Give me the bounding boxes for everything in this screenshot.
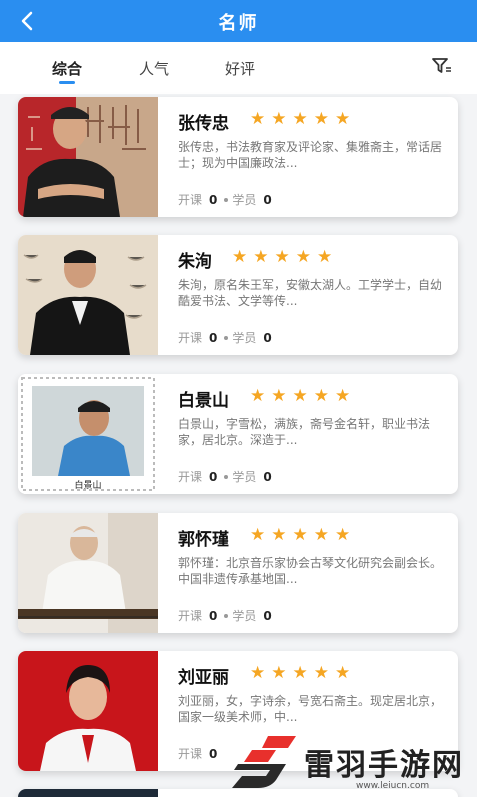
teacher-photo xyxy=(18,235,158,355)
star-icon: ★ xyxy=(295,247,311,267)
teacher-stats: 开课 0 学员 0 xyxy=(178,607,279,624)
teacher-photo xyxy=(18,513,158,633)
star-icon: ★ xyxy=(274,247,290,267)
teacher-description: 白景山，字雪松，满族，斋号金名轩，职业书法家，居北京。深造于... xyxy=(178,417,431,447)
star-icon: ★ xyxy=(271,525,287,545)
students-label: 学员 xyxy=(232,609,257,623)
courses-count: 0 xyxy=(209,469,218,484)
teacher-stats: 开课 0 xyxy=(178,745,224,762)
teacher-description: 郭怀瑾：北京音乐家协会古琴文化研究会副会长。中国非遗传承基地国... xyxy=(178,556,443,586)
courses-label: 开课 xyxy=(178,193,203,207)
students-count: 0 xyxy=(263,192,272,207)
students-label: 学员 xyxy=(232,470,257,484)
teacher-name: 刘亚丽 xyxy=(178,668,229,688)
courses-label: 开课 xyxy=(178,609,203,623)
students-count: 0 xyxy=(263,608,272,623)
teacher-card[interactable]: 郭怀瑾 ★ ★ ★ ★ ★ 郭怀瑾：北京音乐家协会古琴文化研究会副会长。中国非遗… xyxy=(18,513,458,633)
teacher-card[interactable]: 朱洵 ★ ★ ★ ★ ★ 朱洵，原名朱王军，安徽太湖人。工学学士，自幼酷爱书法、… xyxy=(18,235,458,355)
watermark-text: 雷羽手游网 xyxy=(304,748,464,783)
courses-count: 0 xyxy=(209,330,218,345)
students-label: 学员 xyxy=(232,193,257,207)
star-icon: ★ xyxy=(313,109,329,129)
courses-count: 0 xyxy=(209,192,218,207)
teacher-name: 朱洵 xyxy=(178,252,212,272)
courses-label: 开课 xyxy=(178,747,203,761)
students-label: 学员 xyxy=(232,331,257,345)
teacher-card[interactable]: 白景山 白景山 ★ ★ ★ ★ ★ 白景山，字雪松，满族，斋号金名轩，职业书法家… xyxy=(18,374,458,494)
star-icon: ★ xyxy=(335,525,351,545)
app-header: 名师 xyxy=(0,0,477,42)
star-icon: ★ xyxy=(232,247,248,267)
separator-dot xyxy=(224,335,229,340)
teacher-photo xyxy=(18,789,158,797)
site-watermark: 雷羽手游网 www.leiucn.com xyxy=(226,722,477,797)
star-icon: ★ xyxy=(253,247,269,267)
teacher-card[interactable]: 张传忠 ★ ★ ★ ★ ★ 张传忠，书法教育家及评论家、集雅斋主，常话居士；现为… xyxy=(18,97,458,217)
rating-stars: ★ ★ ★ ★ ★ xyxy=(250,110,350,128)
teacher-photo: 白景山 xyxy=(18,374,158,494)
rating-stars: ★ ★ ★ ★ ★ xyxy=(232,248,332,266)
teacher-photo xyxy=(18,97,158,217)
star-icon: ★ xyxy=(313,663,329,683)
teacher-photo xyxy=(18,651,158,771)
separator-dot xyxy=(224,197,229,202)
courses-label: 开课 xyxy=(178,331,203,345)
teacher-description: 刘亚丽，女，字诗余，号宽石斋主。现定居北京，国家一级美术师，中... xyxy=(178,694,443,724)
rating-stars: ★ ★ ★ ★ ★ xyxy=(250,664,350,682)
star-icon: ★ xyxy=(271,109,287,129)
star-icon: ★ xyxy=(317,247,333,267)
star-icon: ★ xyxy=(250,525,266,545)
teacher-name: 郭怀瑾 xyxy=(178,530,229,550)
teacher-list: 张传忠 ★ ★ ★ ★ ★ 张传忠，书法教育家及评论家、集雅斋主，常话居士；现为… xyxy=(0,94,477,797)
students-count: 0 xyxy=(263,330,272,345)
star-icon: ★ xyxy=(250,663,266,683)
star-icon: ★ xyxy=(292,663,308,683)
courses-count: 0 xyxy=(209,608,218,623)
star-icon: ★ xyxy=(271,386,287,406)
tab-overall[interactable]: 综合 xyxy=(52,58,82,79)
watermark-url: www.leiucn.com xyxy=(356,781,430,791)
star-icon: ★ xyxy=(313,525,329,545)
separator-dot xyxy=(224,613,229,618)
star-icon: ★ xyxy=(292,525,308,545)
teacher-name: 张传忠 xyxy=(178,114,229,134)
star-icon: ★ xyxy=(250,386,266,406)
separator-dot xyxy=(224,474,229,479)
watermark-logo-icon xyxy=(232,736,296,788)
teacher-stats: 开课 0 学员 0 xyxy=(178,191,279,208)
tab-good-reviews[interactable]: 好评 xyxy=(225,58,255,79)
photo-caption: 白景山 xyxy=(74,481,102,491)
teacher-description: 朱洵，原名朱王军，安徽太湖人。工学学士，自幼酷爱书法、文学等传... xyxy=(178,278,443,308)
star-icon: ★ xyxy=(313,386,329,406)
star-icon: ★ xyxy=(335,386,351,406)
teacher-stats: 开课 0 学员 0 xyxy=(178,329,279,346)
star-icon: ★ xyxy=(292,109,308,129)
star-icon: ★ xyxy=(335,109,351,129)
teacher-name: 白景山 xyxy=(178,391,229,411)
rating-stars: ★ ★ ★ ★ ★ xyxy=(250,526,350,544)
star-icon: ★ xyxy=(292,386,308,406)
students-count: 0 xyxy=(263,469,272,484)
star-icon: ★ xyxy=(335,663,351,683)
teacher-description: 张传忠，书法教育家及评论家、集雅斋主，常话居士；现为中国廉政法... xyxy=(178,140,443,170)
tab-popularity[interactable]: 人气 xyxy=(139,58,169,79)
star-icon: ★ xyxy=(271,663,287,683)
filter-icon[interactable] xyxy=(430,54,454,78)
courses-count: 0 xyxy=(209,746,218,761)
tab-bar: 综合 人气 好评 xyxy=(0,42,477,94)
courses-label: 开课 xyxy=(178,470,203,484)
page-title: 名师 xyxy=(218,13,259,34)
teacher-stats: 开课 0 学员 0 xyxy=(178,468,279,485)
tab-active-indicator xyxy=(59,81,75,84)
rating-stars: ★ ★ ★ ★ ★ xyxy=(250,387,350,405)
star-icon: ★ xyxy=(250,109,266,129)
